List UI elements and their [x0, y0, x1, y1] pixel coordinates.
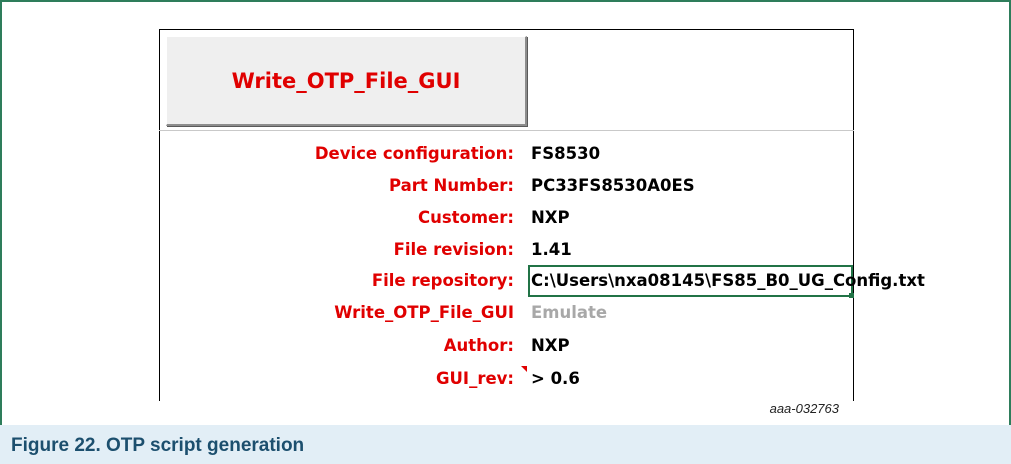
write-otp-file-gui-value[interactable]: Emulate — [531, 302, 607, 324]
part-number-label: Part Number: — [388, 176, 514, 195]
part-number-value[interactable]: PC33FS8530A0ES — [531, 175, 695, 197]
figure-caption: Figure 22. OTP script generation — [11, 435, 305, 456]
device-configuration-label: Device configuration: — [314, 144, 514, 163]
file-revision-label: File revision: — [393, 240, 514, 259]
device-configuration-value[interactable]: FS8530 — [531, 143, 600, 165]
file-repository-value[interactable]: C:\Users\nxa08145\FS85_B0_UG_Config.txt — [531, 270, 925, 292]
customer-value[interactable]: NXP — [531, 207, 570, 229]
author-value[interactable]: NXP — [531, 335, 570, 357]
sheet-divider — [159, 130, 854, 131]
write-otp-file-gui-button[interactable]: Write_OTP_File_GUI — [166, 36, 527, 126]
customer-label: Customer: — [417, 208, 514, 227]
figure-id: aaa-032763 — [769, 401, 839, 416]
gui-rev-label: GUI_rev: — [435, 369, 514, 388]
comment-indicator-icon[interactable] — [521, 366, 527, 372]
gui-rev-value[interactable]: > 0.6 — [531, 368, 580, 390]
file-revision-value[interactable]: 1.41 — [531, 239, 572, 261]
author-label: Author: — [443, 336, 514, 355]
fill-handle[interactable] — [849, 293, 854, 298]
file-repository-label: File repository: — [371, 271, 514, 290]
write-otp-file-gui-label: Write_OTP_File_GUI — [334, 303, 514, 322]
